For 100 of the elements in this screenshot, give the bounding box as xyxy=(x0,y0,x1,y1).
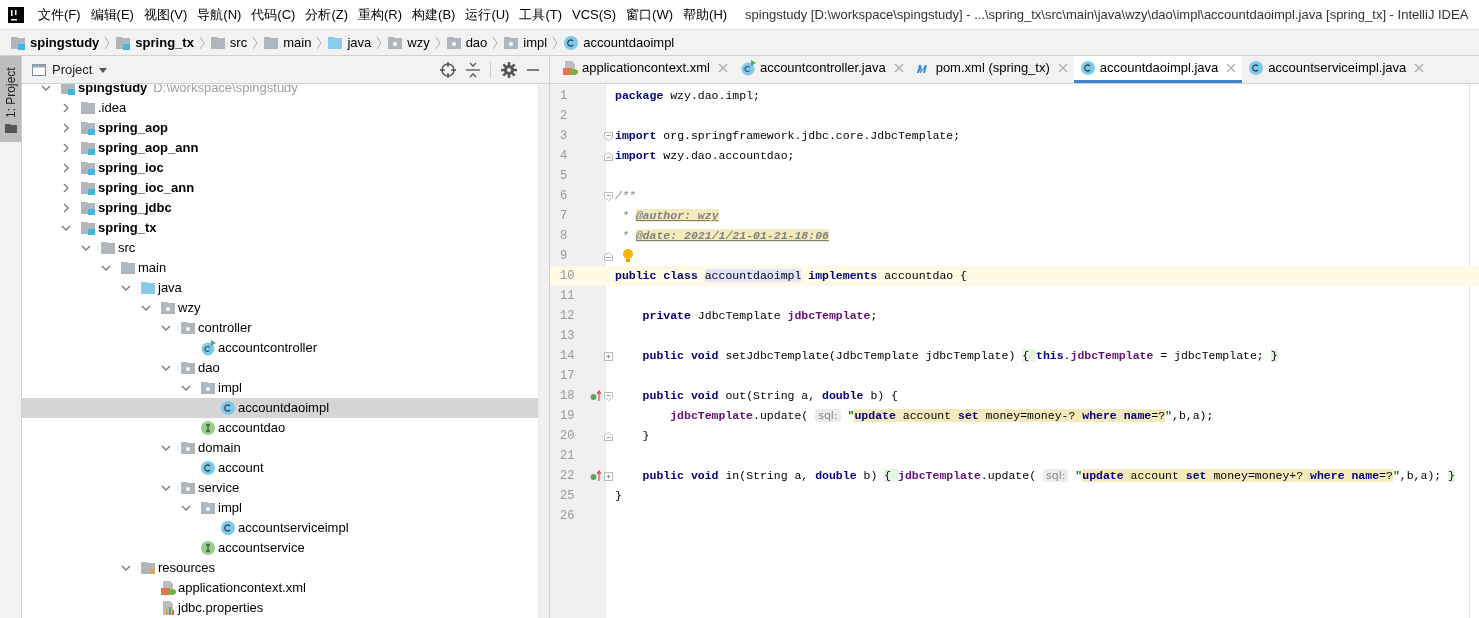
code-line: } xyxy=(641,428,650,445)
scrollbar[interactable] xyxy=(538,84,549,618)
tree-item[interactable]: wzy xyxy=(22,298,538,318)
window-title: spingstudy [D:\workspace\spingstudy] - ...\spring_tx\src\main\java\wzy\dao\impl\accountdaoimpl.java [spring_tx] - IntelliJ IDEA xyxy=(745,5,1469,24)
code-line: public class accountdaoimpl implements accountdao { xyxy=(615,268,967,285)
tree-item[interactable]: spring_aop_ann xyxy=(22,138,538,158)
line-number: 25 xyxy=(559,488,576,505)
menu-item[interactable]: 构建(B) xyxy=(412,4,456,25)
tree-item[interactable]: .idea xyxy=(22,98,538,118)
breadcrumb[interactable]: spingstudy xyxy=(30,32,100,53)
package-folder-icon xyxy=(503,34,520,51)
line-number: 18 xyxy=(559,388,576,405)
tree-item[interactable]: dao xyxy=(22,358,538,378)
dropdown-caret-icon xyxy=(98,65,109,74)
menu-item[interactable]: 分析(Z) xyxy=(305,4,348,25)
tree-item[interactable]: src xyxy=(22,238,538,258)
fold-close-icon xyxy=(603,151,613,161)
tree-item[interactable]: resources xyxy=(22,558,538,578)
module-folder-icon xyxy=(80,120,96,136)
breadcrumb[interactable]: accountdaoimpl xyxy=(583,32,675,53)
chevron-icon xyxy=(103,34,112,51)
line-number: 17 xyxy=(559,368,576,385)
class-icon xyxy=(200,460,216,476)
xml-file-icon xyxy=(160,580,176,596)
menu-item[interactable]: 窗口(W) xyxy=(626,4,674,25)
menu-item[interactable]: 帮助(H) xyxy=(683,4,728,25)
editor-tab[interactable]: accountdaoimpl.java xyxy=(1073,56,1243,83)
package-folder-icon xyxy=(200,380,216,396)
panel-title[interactable]: Project xyxy=(52,59,93,80)
menu-item[interactable]: 重构(R) xyxy=(358,4,403,25)
tool-window-tab[interactable]: 1: Project xyxy=(0,56,21,142)
menu-item[interactable]: 运行(U) xyxy=(465,4,510,25)
properties-file-icon xyxy=(160,600,176,616)
package-folder-icon xyxy=(200,500,216,516)
code-line: private JdbcTemplate jdbcTemplate; xyxy=(641,308,878,325)
interface-icon xyxy=(200,420,216,436)
line-number: 26 xyxy=(559,508,576,525)
line-number: 9 xyxy=(559,248,569,265)
breadcrumb[interactable]: wzy xyxy=(407,32,430,53)
tree-item[interactable]: main xyxy=(22,258,538,278)
interface-icon xyxy=(200,540,216,556)
breadcrumb[interactable]: main xyxy=(283,32,312,53)
class-icon xyxy=(220,520,236,536)
package-folder-icon xyxy=(180,440,196,456)
collapse-all-icon xyxy=(466,61,480,78)
package-folder-icon xyxy=(160,300,176,316)
tree-item[interactable]: accountservice xyxy=(22,538,538,558)
fold-open-icon xyxy=(603,131,613,141)
tree-item[interactable]: accountdaoimpl xyxy=(22,398,538,418)
folder-icon xyxy=(263,34,280,51)
breadcrumb[interactable]: spring_tx xyxy=(135,32,194,53)
breadcrumb[interactable]: src xyxy=(229,32,248,53)
breadcrumb[interactable]: dao xyxy=(465,32,488,53)
tree-item[interactable]: spring_jdbc xyxy=(22,198,538,218)
xml-file-icon xyxy=(562,60,578,76)
menu-item[interactable]: 文件(F) xyxy=(38,4,81,25)
tree-item[interactable]: spring_tx xyxy=(22,218,538,238)
breadcrumb[interactable]: java xyxy=(347,32,372,53)
tree-item[interactable]: applicationcontext.xml xyxy=(22,578,538,598)
menu-item[interactable]: 编辑(E) xyxy=(90,4,134,25)
code-line: public void setJdbcTemplate(JdbcTemplate jdbcTemplate) { this.jdbcTemplate = jdbcTemplate; } xyxy=(641,348,1278,365)
crosshair-icon xyxy=(440,61,456,78)
menu-item[interactable]: 导航(N) xyxy=(197,4,242,25)
menu-item[interactable]: 代码(C) xyxy=(251,4,296,25)
editor-tab[interactable]: pom.xml (spring_tx) xyxy=(909,56,1074,83)
editor-tab[interactable]: applicationcontext.xml xyxy=(556,56,734,83)
line-number: 11 xyxy=(559,288,576,305)
tree-item[interactable]: impl xyxy=(22,378,538,398)
editor-tab[interactable]: accountserviceimpl.java xyxy=(1242,56,1431,83)
line-number: 20 xyxy=(559,428,576,445)
tree-item[interactable]: accountserviceimpl xyxy=(22,518,538,538)
menu-item[interactable]: VCS(S) xyxy=(572,4,617,25)
fold-expand-icon xyxy=(603,471,613,481)
tree-item[interactable]: impl xyxy=(22,498,538,518)
app-logo-icon xyxy=(8,6,24,23)
close-icon xyxy=(893,63,904,73)
tree-item[interactable]: spring_ioc_ann xyxy=(22,178,538,198)
menu-item[interactable]: 工具(T) xyxy=(519,4,563,25)
tree-item[interactable]: spring_aop xyxy=(22,118,538,138)
folder-icon xyxy=(120,260,136,276)
class-icon xyxy=(220,400,236,416)
tree-item[interactable]: accountcontroller xyxy=(22,338,538,358)
code-line: import org.springframework.jdbc.core.JdbcTemplate; xyxy=(615,128,961,145)
editor-tab[interactable]: accountcontroller.java xyxy=(733,56,910,83)
code-line: /** xyxy=(615,188,636,205)
module-folder-icon xyxy=(80,220,96,236)
folder-icon xyxy=(327,34,344,51)
tree-item[interactable]: domain xyxy=(22,438,538,458)
tree-item[interactable]: jdbc.properties xyxy=(22,598,538,618)
tree-item[interactable]: accountdao xyxy=(22,418,538,438)
breadcrumb[interactable]: impl xyxy=(523,32,548,53)
tree-item[interactable]: account xyxy=(22,458,538,478)
folder-icon xyxy=(4,122,17,134)
tree-item[interactable]: spring_ioc xyxy=(22,158,538,178)
menu-item[interactable]: 视图(V) xyxy=(143,4,188,25)
tree-item[interactable]: controller xyxy=(22,318,538,338)
tree-item[interactable]: service xyxy=(22,478,538,498)
tree-item[interactable]: java xyxy=(22,278,538,298)
chevron-icon xyxy=(315,34,324,51)
chevron-icon xyxy=(491,34,500,51)
